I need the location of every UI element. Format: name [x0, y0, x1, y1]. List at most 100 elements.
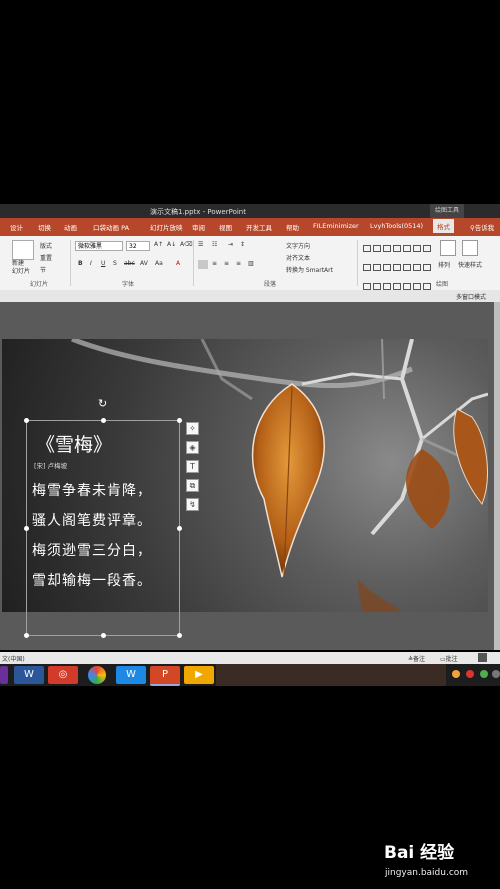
vertical-scrollbar[interactable] — [494, 302, 500, 650]
shape-item[interactable] — [423, 245, 431, 252]
tab-pocket-animation[interactable]: 口袋动画 PA — [93, 222, 129, 232]
arrange-icon[interactable] — [440, 240, 456, 256]
shape-item[interactable] — [363, 264, 371, 271]
shape-item[interactable] — [403, 283, 411, 290]
resize-handle[interactable] — [101, 633, 106, 638]
shape-item[interactable] — [373, 264, 381, 271]
indent-icon[interactable]: ⇥ — [228, 241, 233, 248]
shape-item[interactable] — [413, 264, 421, 271]
word-icon[interactable]: W — [14, 666, 44, 684]
bold-icon[interactable]: B — [78, 260, 83, 267]
tab-animations[interactable]: 动画 — [64, 222, 77, 232]
align-text-button[interactable]: 对齐文本 — [286, 253, 310, 262]
rotate-icon[interactable]: ↯ — [186, 498, 199, 511]
shape-item[interactable] — [393, 264, 401, 271]
shape-item[interactable] — [373, 283, 381, 290]
section-button[interactable]: 节 — [40, 265, 46, 274]
shape-item[interactable] — [423, 283, 431, 290]
shape-item[interactable] — [403, 245, 411, 252]
app-icon[interactable] — [0, 666, 8, 684]
reset-button[interactable]: 重置 — [40, 253, 52, 262]
align-right-icon[interactable]: ≡ — [224, 260, 229, 267]
tab-developer[interactable]: 开发工具 — [246, 222, 272, 232]
italic-icon[interactable]: I — [90, 260, 92, 267]
language-indicator[interactable]: 文(中国) — [2, 654, 25, 663]
bullets-icon[interactable]: ☰ — [198, 241, 203, 248]
tray-icon[interactable] — [492, 670, 500, 678]
line-spacing-icon[interactable]: ↕ — [240, 241, 245, 248]
notes-button[interactable]: ≜备注 — [408, 654, 425, 663]
resize-handle[interactable] — [177, 633, 182, 638]
tab-help[interactable]: 帮助 — [286, 222, 299, 232]
font-size-dropdown[interactable]: 32 — [126, 241, 150, 251]
shape-item[interactable] — [393, 283, 401, 290]
tell-me-box[interactable]: ⚲告诉我 — [470, 222, 494, 232]
shape-item[interactable] — [383, 245, 391, 252]
char-spacing-icon[interactable]: AV — [140, 260, 148, 267]
justify-icon[interactable]: ≡ — [236, 260, 241, 267]
tab-transitions[interactable]: 切换 — [38, 222, 51, 232]
quick-styles-button[interactable]: 快速样式 — [458, 260, 482, 269]
shapes-gallery[interactable] — [362, 238, 432, 290]
font-color-icon[interactable]: A — [176, 260, 180, 267]
strikethrough-icon[interactable]: abc — [124, 260, 135, 267]
shape-item[interactable] — [393, 245, 401, 252]
tray-icon[interactable] — [466, 670, 474, 678]
align-left-icon[interactable] — [198, 260, 208, 269]
font-name-dropdown[interactable]: 微软雅黑 — [75, 241, 123, 251]
columns-icon[interactable]: ▥ — [248, 260, 254, 267]
tab-view[interactable]: 视图 — [219, 222, 232, 232]
tab-format[interactable]: 格式 — [433, 219, 454, 233]
convert-smartart-button[interactable]: 转换为 SmartArt — [286, 265, 333, 274]
crop-icon[interactable]: ⧉ — [186, 479, 199, 492]
tab-lvyhtools[interactable]: LvyhTools(0514) — [370, 222, 423, 230]
animation-icon[interactable]: ◈ — [186, 441, 199, 454]
shape-item[interactable] — [373, 245, 381, 252]
shadow-icon[interactable]: S — [113, 260, 117, 267]
new-slide-button[interactable]: 新建 幻灯片 — [12, 260, 30, 276]
normal-view-icon[interactable] — [478, 653, 487, 662]
tab-slideshow[interactable]: 幻灯片放映 — [150, 222, 183, 232]
shape-item[interactable] — [363, 245, 371, 252]
wps-writer-icon[interactable]: W — [116, 666, 146, 684]
decrease-font-icon[interactable]: A↓ — [167, 241, 176, 248]
text-icon[interactable]: T — [186, 460, 199, 473]
layout-options-icon[interactable]: ✧ — [186, 422, 199, 435]
tab-design[interactable]: 设计 — [10, 222, 23, 232]
shape-item[interactable] — [413, 283, 421, 290]
multi-window-button[interactable]: 多窗口模式 — [456, 292, 486, 301]
quick-styles-icon[interactable] — [462, 240, 478, 256]
resize-handle[interactable] — [101, 418, 106, 423]
numbering-icon[interactable]: ☷ — [212, 241, 217, 248]
tab-fileminimizer[interactable]: FILEminimizer — [313, 222, 359, 230]
change-case-icon[interactable]: Aa — [155, 260, 163, 267]
tab-review[interactable]: 审阅 — [192, 222, 205, 232]
shape-item[interactable] — [403, 264, 411, 271]
resize-handle[interactable] — [24, 633, 29, 638]
powerpoint-icon[interactable]: P — [150, 666, 180, 686]
shape-item[interactable] — [413, 245, 421, 252]
layout-button[interactable]: 版式 — [40, 241, 52, 250]
tray-icon[interactable] — [480, 670, 488, 678]
resize-handle[interactable] — [24, 526, 29, 531]
new-slide-icon[interactable] — [12, 240, 34, 260]
arrange-button[interactable]: 排列 — [438, 260, 450, 269]
resize-handle[interactable] — [177, 418, 182, 423]
clear-format-icon[interactable]: A⌫ — [180, 241, 193, 248]
media-player-icon[interactable]: ▶ — [184, 666, 214, 684]
shape-item[interactable] — [383, 264, 391, 271]
chrome-icon[interactable] — [88, 666, 106, 684]
comments-button[interactable]: ▭批注 — [440, 654, 458, 663]
align-center-icon[interactable]: ≡ — [212, 260, 217, 267]
increase-font-icon[interactable]: A↑ — [154, 241, 163, 248]
underline-icon[interactable]: U — [101, 260, 105, 267]
shape-item[interactable] — [423, 264, 431, 271]
resize-handle[interactable] — [24, 418, 29, 423]
tray-icon[interactable] — [452, 670, 460, 678]
shape-item[interactable] — [383, 283, 391, 290]
resize-handle[interactable] — [177, 526, 182, 531]
netease-music-icon[interactable]: ◎ — [48, 666, 78, 684]
rotate-handle-icon[interactable]: ↻ — [98, 397, 107, 410]
text-direction-button[interactable]: 文字方向 — [286, 241, 310, 250]
shape-item[interactable] — [363, 283, 371, 290]
